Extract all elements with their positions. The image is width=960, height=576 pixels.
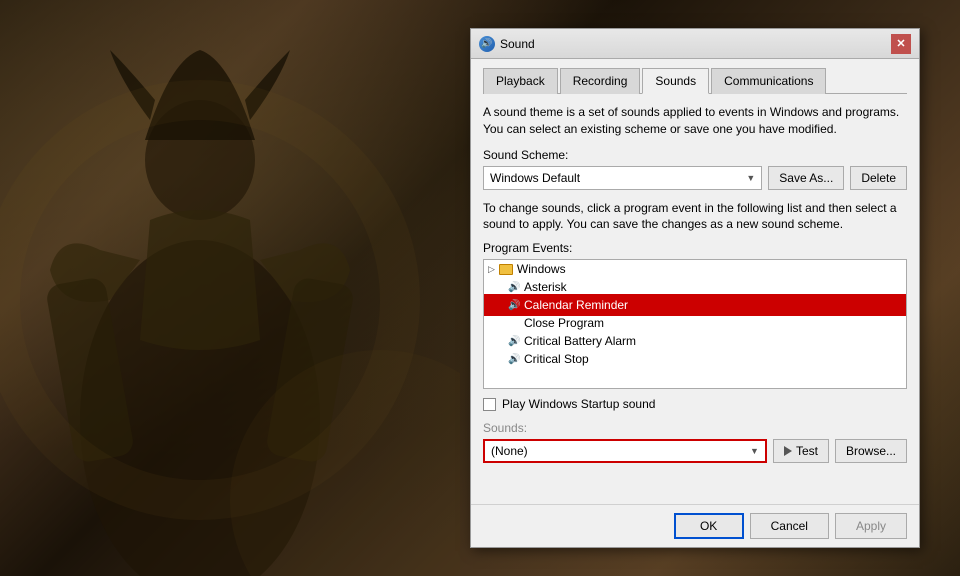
events-list[interactable]: ▷ Windows 🔊 Asterisk 🔊 Calendar Reminder… <box>483 259 907 389</box>
speaker-icon: 🔊 <box>508 282 520 293</box>
ok-button[interactable]: OK <box>674 513 744 539</box>
sounds-label: Sounds: <box>483 421 907 435</box>
dialog-body: Playback Recording Sounds Communications… <box>471 59 919 504</box>
sounds-value: (None) <box>491 444 528 458</box>
title-left: 🔊 Sound <box>479 36 535 52</box>
scheme-dropdown[interactable]: Windows Default ▼ <box>483 166 762 190</box>
event-label: Close Program <box>524 316 604 330</box>
startup-label: Play Windows Startup sound <box>502 397 655 411</box>
scheme-value: Windows Default <box>490 171 580 185</box>
event-item-calendar-reminder[interactable]: 🔊 Calendar Reminder <box>484 296 906 314</box>
dialog-title: Sound <box>500 37 535 51</box>
save-as-button[interactable]: Save As... <box>768 166 844 190</box>
tab-recording[interactable]: Recording <box>560 68 641 94</box>
events-label: Program Events: <box>483 241 907 255</box>
change-description: To change sounds, click a program event … <box>483 200 907 234</box>
tab-playback[interactable]: Playback <box>483 68 558 94</box>
speaker-icon: 🔊 <box>508 300 520 311</box>
cancel-button[interactable]: Cancel <box>750 513 829 539</box>
group-label: Windows <box>517 262 566 276</box>
startup-row: Play Windows Startup sound <box>483 397 907 411</box>
play-icon <box>784 446 792 456</box>
event-item-critical-stop[interactable]: 🔊 Critical Stop <box>484 350 906 368</box>
event-item-critical-battery[interactable]: 🔊 Critical Battery Alarm <box>484 332 906 350</box>
sounds-row: (None) ▼ Test Browse... <box>483 439 907 463</box>
event-label: Critical Battery Alarm <box>524 334 636 348</box>
speaker-icon: 🔊 <box>508 354 520 365</box>
test-button[interactable]: Test <box>773 439 829 463</box>
delete-button[interactable]: Delete <box>850 166 907 190</box>
chevron-down-icon: ▼ <box>750 446 759 456</box>
dialog-footer: OK Cancel Apply <box>471 504 919 547</box>
test-label: Test <box>796 444 818 458</box>
event-label: Asterisk <box>524 280 567 294</box>
scheme-label: Sound Scheme: <box>483 148 907 162</box>
close-button[interactable]: ✕ <box>891 34 911 54</box>
event-label: Critical Stop <box>524 352 589 366</box>
speaker-icon: 🔊 <box>508 336 520 347</box>
chevron-down-icon: ▼ <box>746 173 755 183</box>
tab-communications[interactable]: Communications <box>711 68 826 94</box>
browse-button[interactable]: Browse... <box>835 439 907 463</box>
apply-button[interactable]: Apply <box>835 513 907 539</box>
startup-checkbox[interactable] <box>483 398 496 411</box>
dialog-titlebar: 🔊 Sound ✕ <box>471 29 919 59</box>
expand-icon: ▷ <box>488 264 495 275</box>
sounds-dropdown[interactable]: (None) ▼ <box>483 439 767 463</box>
tab-sounds[interactable]: Sounds <box>642 68 709 94</box>
sound-dialog: 🔊 Sound ✕ Playback Recording Sounds Comm… <box>470 28 920 548</box>
tab-bar: Playback Recording Sounds Communications <box>483 67 907 94</box>
dialog-overlay: 🔊 Sound ✕ Playback Recording Sounds Comm… <box>0 0 960 576</box>
event-group-windows[interactable]: ▷ Windows <box>484 260 906 278</box>
event-item-close-program[interactable]: 🔊 Close Program <box>484 314 906 332</box>
folder-icon <box>499 264 513 275</box>
event-item-asterisk[interactable]: 🔊 Asterisk <box>484 278 906 296</box>
sound-icon: 🔊 <box>479 36 495 52</box>
scheme-description: A sound theme is a set of sounds applied… <box>483 104 907 138</box>
scheme-row: Windows Default ▼ Save As... Delete <box>483 166 907 190</box>
event-label: Calendar Reminder <box>524 298 628 312</box>
